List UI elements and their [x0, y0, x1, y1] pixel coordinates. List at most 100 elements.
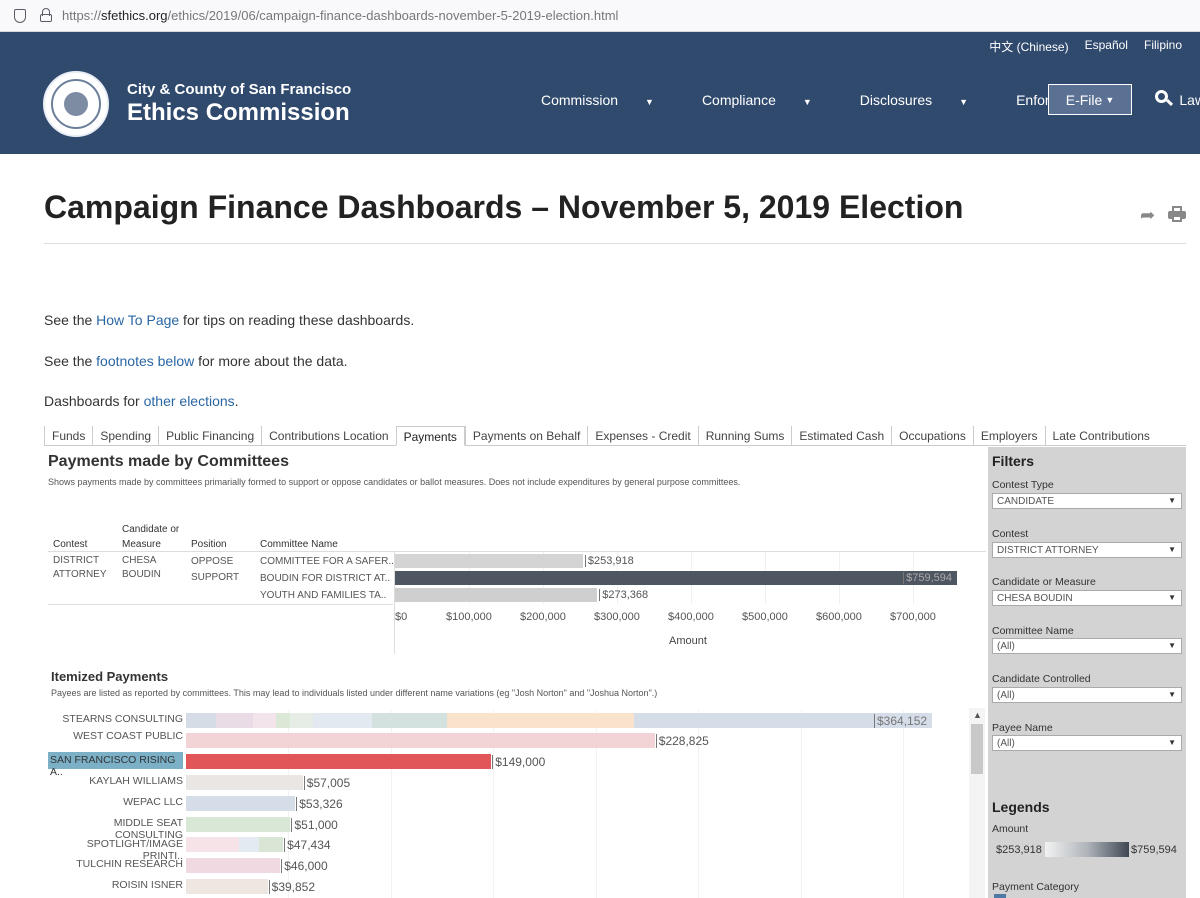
payee-bar-segment[interactable]	[275, 713, 291, 728]
contest-type-select[interactable]: CANDIDATE ▼	[992, 493, 1182, 509]
lang-filipino-link[interactable]: Filipino	[1144, 38, 1182, 55]
candidate-cell-line2[interactable]: BOUDIN	[122, 569, 161, 580]
candidate-controlled-select[interactable]: (All) ▼	[992, 687, 1182, 703]
payee-bar-segment[interactable]	[186, 733, 655, 748]
nav-commission[interactable]: Commission ▼	[541, 92, 678, 108]
tab-funds[interactable]: Funds	[44, 426, 92, 446]
payee-label[interactable]: WEST COAST PUBLIC AFFA..	[48, 730, 183, 744]
tracking-shield-icon[interactable]	[14, 9, 26, 23]
header-candidate-line1: Candidate or	[122, 524, 180, 535]
payee-bar[interactable]	[186, 775, 303, 790]
lock-icon[interactable]	[40, 8, 52, 22]
payee-label[interactable]: KAYLAH WILLIAMS	[48, 775, 183, 787]
share-icon[interactable]: ➦	[1140, 205, 1155, 226]
scrollbar-thumb[interactable]	[971, 724, 983, 774]
payee-bar[interactable]	[186, 817, 291, 832]
brand-line1[interactable]: City & County of San Francisco	[127, 81, 351, 98]
payee-bar-segment[interactable]	[253, 713, 276, 728]
committee-bar[interactable]	[395, 588, 598, 602]
browser-url-bar[interactable]: https://sfethics.org/ethics/2019/06/camp…	[0, 0, 1200, 32]
candidate-select[interactable]: CHESA BOUDIN ▼	[992, 590, 1182, 606]
payee-label-selected[interactable]: SAN FRANCISCO RISING A..	[48, 752, 183, 778]
tab-contributions-location[interactable]: Contributions Location	[261, 426, 395, 446]
committee-bar[interactable]	[395, 571, 958, 585]
x-tick-label: $700,000	[890, 611, 936, 623]
payee-bar-segment[interactable]	[186, 879, 268, 894]
payee-bar-segment[interactable]	[447, 713, 634, 728]
lang-spanish-link[interactable]: Español	[1085, 38, 1128, 55]
tab-late-contributions[interactable]: Late Contributions	[1044, 426, 1157, 446]
tab-payments[interactable]: Payments	[395, 426, 465, 446]
candidate-cell-line1[interactable]: CHESA	[122, 555, 156, 566]
other-elections-link[interactable]: other elections	[144, 393, 235, 409]
nav-disclosures[interactable]: Disclosures ▼	[860, 92, 992, 108]
payee-bar-segment[interactable]	[239, 837, 259, 852]
contest-cell-line2[interactable]: ATTORNEY	[53, 569, 107, 580]
committee-cell[interactable]: COMMITTEE FOR A SAFER..	[260, 556, 394, 567]
payee-bar[interactable]	[186, 754, 492, 769]
position-cell[interactable]: SUPPORT	[191, 572, 239, 583]
committee-name-select[interactable]: (All) ▼	[992, 638, 1182, 654]
payee-bar-segment[interactable]	[186, 837, 240, 852]
footnotes-link[interactable]: footnotes below	[96, 353, 194, 369]
payee-bar-segment[interactable]	[312, 713, 373, 728]
tab-spending[interactable]: Spending	[92, 426, 158, 446]
efile-button[interactable]: E-File ▼	[1048, 84, 1132, 115]
nav-compliance[interactable]: Compliance ▼	[702, 92, 836, 108]
payee-bar-segment[interactable]	[186, 817, 291, 832]
nav-laws[interactable]: Laws▼	[1179, 92, 1200, 108]
payee-bar[interactable]	[186, 879, 268, 894]
payee-bar[interactable]	[186, 733, 655, 748]
payee-bar-segment[interactable]	[290, 713, 313, 728]
amount-color-legend	[1045, 842, 1129, 857]
print-icon[interactable]	[1168, 206, 1186, 222]
committee-cell[interactable]: YOUTH AND FAMILIES TA..	[260, 590, 386, 601]
payee-value-label: $228,825	[655, 734, 709, 748]
payee-bar[interactable]	[186, 796, 296, 811]
payee-bar[interactable]	[186, 858, 281, 873]
payee-bar-segment[interactable]	[186, 775, 303, 790]
tab-running-sums[interactable]: Running Sums	[697, 426, 792, 446]
brand-line2[interactable]: Ethics Commission	[127, 99, 350, 127]
committee-bar[interactable]	[395, 554, 583, 568]
howto-paragraph: See the How To Page for tips on reading …	[44, 312, 415, 328]
language-links: 中文 (Chinese) Español Filipino	[989, 38, 1200, 55]
dashboard-subtitle: Shows payments made by committees primar…	[48, 477, 741, 487]
payee-name-select[interactable]: (All) ▼	[992, 735, 1182, 751]
payee-bar-segment[interactable]	[186, 713, 216, 728]
payee-bar-segment[interactable]	[186, 754, 492, 769]
tab-estimated-cash[interactable]: Estimated Cash	[791, 426, 891, 446]
payee-bar[interactable]	[186, 837, 284, 852]
payee-bar-segment[interactable]	[372, 713, 448, 728]
payee-bar-segment[interactable]	[215, 713, 254, 728]
position-cell[interactable]: OPPOSE	[191, 556, 233, 567]
payee-bar-segment[interactable]	[258, 837, 284, 852]
committee-cell[interactable]: BOUDIN FOR DISTRICT AT..	[260, 573, 390, 584]
payee-bar-segment[interactable]	[186, 858, 281, 873]
scroll-up-icon[interactable]: ▲	[973, 710, 982, 720]
lang-chinese-link[interactable]: 中文 (Chinese)	[989, 38, 1068, 55]
header-committee: Committee Name	[260, 539, 338, 550]
search-icon[interactable]	[1155, 90, 1174, 107]
payee-label[interactable]: STEARNS CONSULTING	[48, 713, 183, 725]
tab-expenses-credit[interactable]: Expenses - Credit	[587, 426, 697, 446]
caret-down-icon: ▼	[1105, 94, 1115, 105]
tab-occupations[interactable]: Occupations	[891, 426, 973, 446]
tab-employers[interactable]: Employers	[972, 426, 1045, 446]
payment-category-swatch	[994, 894, 1006, 898]
howto-link[interactable]: How To Page	[96, 312, 179, 328]
contest-cell-line1[interactable]: DISTRICT	[53, 555, 99, 566]
payee-value-label: $46,000	[281, 859, 328, 873]
payee-label[interactable]: TULCHIN RESEARCH	[48, 858, 183, 870]
payee-label[interactable]: WEPAC LLC	[48, 796, 183, 808]
url-text[interactable]: https://sfethics.org/ethics/2019/06/camp…	[62, 8, 618, 23]
payee-label[interactable]: ROISIN ISNER	[48, 879, 183, 891]
contest-select[interactable]: DISTRICT ATTORNEY ▼	[992, 542, 1182, 558]
itemized-scrollbar[interactable]: ▲	[969, 708, 985, 898]
filter-label: Candidate or Measure	[992, 576, 1096, 588]
payee-bar-segment[interactable]	[186, 796, 296, 811]
tab-payments-on-behalf[interactable]: Payments on Behalf	[464, 426, 587, 446]
payee-bar[interactable]	[186, 713, 932, 728]
tab-public-financing[interactable]: Public Financing	[158, 426, 261, 446]
city-seal-logo[interactable]	[43, 71, 109, 137]
